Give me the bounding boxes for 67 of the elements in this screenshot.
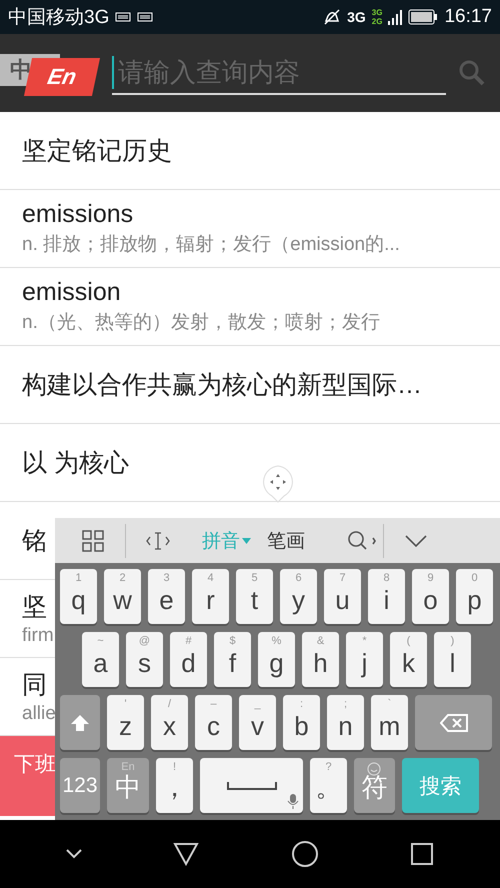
key[interactable]: 8 i [368,569,405,624]
key[interactable]: ` m [371,695,408,750]
key[interactable]: @ s [126,632,163,687]
key[interactable]: 3 e [148,569,185,624]
key[interactable]: / x [151,695,188,750]
mute-icon [323,8,342,26]
result-definition: n. 排放；排放物，辐射；发行（emission的... [22,233,400,257]
shift-key[interactable] [60,695,100,750]
carrier-name: 中国移动3G [8,6,110,30]
back-icon[interactable] [173,842,200,866]
keyboard-icon [115,12,132,22]
key[interactable]: & h [302,632,339,687]
signal-icon [388,8,402,26]
key[interactable]: – c [195,695,232,750]
key[interactable]: 1 q [60,569,97,624]
result-title[interactable]: 同 [22,668,47,701]
result-definition: allie [22,703,56,725]
key[interactable]: ' z [107,695,144,750]
key[interactable]: ; n [327,695,364,750]
key[interactable]: 6 y [280,569,317,624]
key[interactable]: _ v [239,695,276,750]
key[interactable]: 5 t [236,569,273,624]
space-bar-icon [226,782,276,790]
key[interactable]: $ f [214,632,251,687]
search-icon[interactable] [347,530,377,552]
battery-icon [408,9,438,25]
backspace-icon [440,714,468,732]
grid-icon[interactable] [82,530,104,552]
input-mode-tab[interactable]: 笔画 [261,524,311,558]
result-title[interactable]: 以 为核心 [22,446,129,479]
caret-icon [242,538,251,544]
cursor-icon[interactable] [145,530,171,550]
key[interactable]: ! ， [156,758,193,813]
chevron-down-icon[interactable] [405,534,427,546]
recents-icon[interactable] [410,842,434,866]
key[interactable]: 7 u [324,569,361,624]
network-type: 3G [347,9,366,25]
sim-label: 2G [372,17,382,26]
result-title[interactable]: 构建以合作共赢为核心的新型国际… [22,368,422,401]
key[interactable]: 9 o [412,569,449,624]
home-icon[interactable] [290,840,319,868]
keyboard-icon [137,12,154,22]
result-definition: firm [22,625,54,647]
backspace-key[interactable] [415,695,492,750]
shift-icon [70,712,90,732]
key[interactable]: % g [258,632,295,687]
key[interactable]: 0 p [456,569,493,624]
key[interactable]: 4 r [192,569,229,624]
key[interactable]: ~ a [82,632,119,687]
smiley-icon [367,762,381,776]
result-title[interactable]: 坚 [22,590,47,623]
sim-label: 3G [372,8,382,17]
result-definition: n.（光、热等的）发射，散发；喷射；发行 [22,311,380,335]
key[interactable]: # d [170,632,207,687]
key[interactable]: ) l [434,632,471,687]
result-title[interactable]: 铭 [22,524,47,557]
key[interactable]: : b [283,695,320,750]
key[interactable]: * j [346,632,383,687]
result-title[interactable]: emissions [22,200,134,229]
result-title[interactable]: 坚定铭记历史 [22,134,172,167]
space-key[interactable] [200,758,303,813]
key[interactable]: 2 w [104,569,141,624]
microphone-icon [287,794,299,809]
key[interactable]: ? 。 [310,758,347,813]
key[interactable]: ( k [390,632,427,687]
clock: 16:17 [444,6,492,28]
result-title[interactable]: emission [22,278,121,307]
